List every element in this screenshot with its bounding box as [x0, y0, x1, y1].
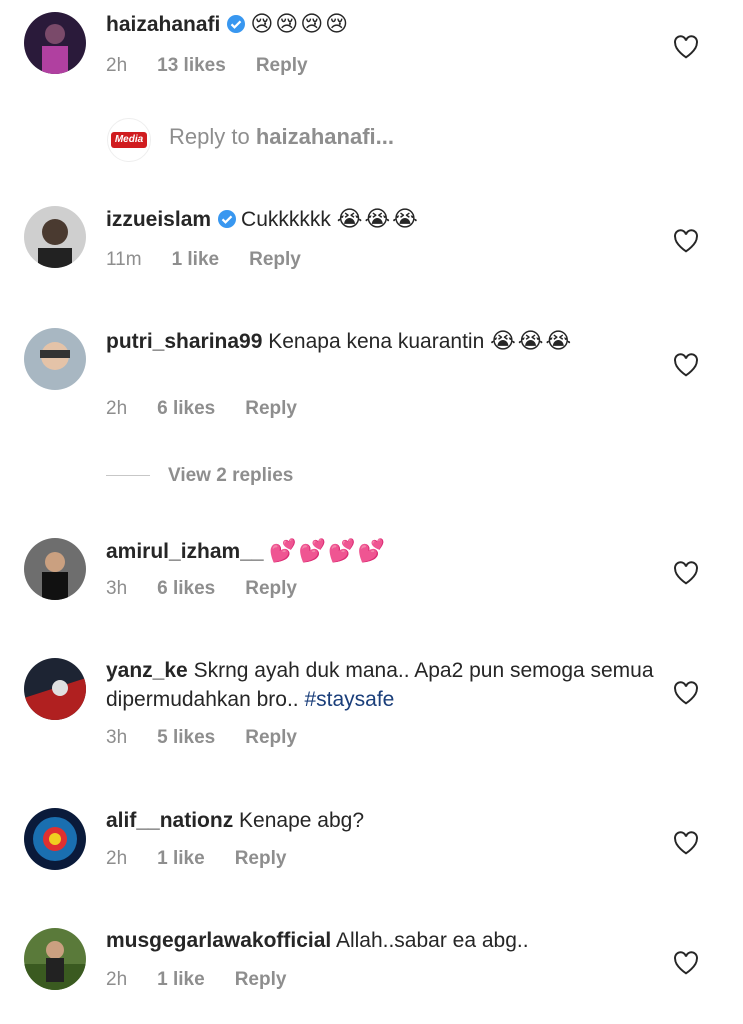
comment-emoji: 😢😢😢😢 [250, 11, 351, 36]
comment-time: 3h [106, 727, 128, 748]
comment-meta: 2h 1 like Reply [106, 969, 316, 991]
likes-count[interactable]: 1 like [157, 848, 205, 869]
avatar[interactable] [24, 538, 86, 600]
logo-text: Media [111, 132, 147, 148]
replies-divider [106, 475, 150, 477]
avatar[interactable] [24, 808, 86, 870]
comment-body: haizahanafi 😢😢😢😢 [106, 9, 663, 42]
username[interactable]: alif__nationz [106, 809, 233, 832]
reply-placeholder[interactable]: Reply to haizahanafi... [169, 124, 394, 150]
comment-time: 2h [106, 55, 128, 76]
reply-button[interactable]: Reply [245, 727, 297, 748]
likes-count[interactable]: 13 likes [157, 55, 226, 76]
username[interactable]: musgegarlawakofficial [106, 929, 331, 952]
likes-count[interactable]: 5 likes [157, 727, 215, 748]
comment-emoji: 😭😭😭 [490, 328, 574, 353]
heart-outline-icon[interactable] [673, 229, 699, 253]
comment-body: putri_sharina99 Kenapa kena kuarantin 😭😭… [106, 326, 663, 356]
reply-button[interactable]: Reply [249, 249, 301, 270]
comment-emoji: 💕💕💕💕 [269, 538, 387, 563]
comment-time: 2h [106, 398, 128, 419]
comment-meta: 2h 13 likes Reply [106, 55, 338, 77]
avatar[interactable] [24, 206, 86, 268]
heart-outline-icon[interactable] [673, 353, 699, 377]
comment-body: izzueislam Cukkkkkk 😭😭😭 [106, 204, 663, 237]
likes-count[interactable]: 1 like [157, 969, 205, 990]
comment-time: 3h [106, 578, 128, 599]
view-replies-label: View 2 replies [168, 465, 294, 486]
avatar[interactable] [24, 328, 86, 390]
heart-outline-icon[interactable] [673, 681, 699, 705]
heart-outline-icon[interactable] [673, 35, 699, 59]
reply-button[interactable]: Reply [235, 848, 287, 869]
comment-time: 2h [106, 969, 128, 990]
comment-text: Cukkkkkk [241, 208, 331, 231]
reply-prefix: Reply to [169, 124, 256, 149]
username[interactable]: haizahanafi [106, 13, 220, 36]
comment-body: alif__nationz Kenape abg? [106, 806, 663, 835]
heart-outline-icon[interactable] [673, 951, 699, 975]
hashtag-link[interactable]: #staysafe [304, 688, 394, 711]
avatar[interactable] [24, 928, 86, 990]
comment-meta: 2h 6 likes Reply [106, 398, 327, 420]
comment-meta: 3h 6 likes Reply [106, 578, 327, 600]
reply-button[interactable]: Reply [245, 398, 297, 419]
username[interactable]: putri_sharina99 [106, 330, 262, 353]
reply-button[interactable]: Reply [245, 578, 297, 599]
verified-badge-icon [226, 13, 246, 42]
reply-button[interactable]: Reply [235, 969, 287, 990]
likes-count[interactable]: 6 likes [157, 398, 215, 419]
comment-meta: 11m 1 like Reply [106, 249, 331, 271]
avatar[interactable] [24, 658, 86, 720]
comment-body: yanz_ke Skrng ayah duk mana.. Apa2 pun s… [106, 656, 663, 714]
username[interactable]: yanz_ke [106, 659, 188, 682]
comment-text: Kenape abg? [239, 809, 365, 832]
verified-badge-icon [217, 208, 237, 237]
comment-time: 2h [106, 848, 128, 869]
reply-input[interactable]: Media Reply to haizahanafi... [107, 118, 627, 162]
heart-outline-icon[interactable] [673, 831, 699, 855]
reply-target: haizahanafi... [255, 124, 394, 149]
comment-body: musgegarlawakofficial Allah..sabar ea ab… [106, 926, 663, 955]
comment-meta: 3h 5 likes Reply [106, 727, 327, 749]
view-replies-link[interactable]: View 2 replies [106, 465, 293, 487]
comment-body: amirul_izham__ 💕💕💕💕 [106, 536, 663, 566]
reply-button[interactable]: Reply [256, 55, 308, 76]
username[interactable]: amirul_izham__ [106, 540, 264, 563]
username[interactable]: izzueislam [106, 208, 211, 231]
comment-meta: 2h 1 like Reply [106, 848, 316, 870]
likes-count[interactable]: 6 likes [157, 578, 215, 599]
comment-emoji: 😭😭😭 [336, 206, 420, 231]
comment-text: Allah..sabar ea abg.. [335, 929, 529, 952]
media-logo: Media [107, 118, 151, 162]
likes-count[interactable]: 1 like [172, 249, 220, 270]
avatar[interactable] [24, 12, 86, 74]
comment-time: 11m [106, 249, 142, 270]
heart-outline-icon[interactable] [673, 561, 699, 585]
comment-text: Kenapa kena kuarantin [268, 330, 485, 353]
